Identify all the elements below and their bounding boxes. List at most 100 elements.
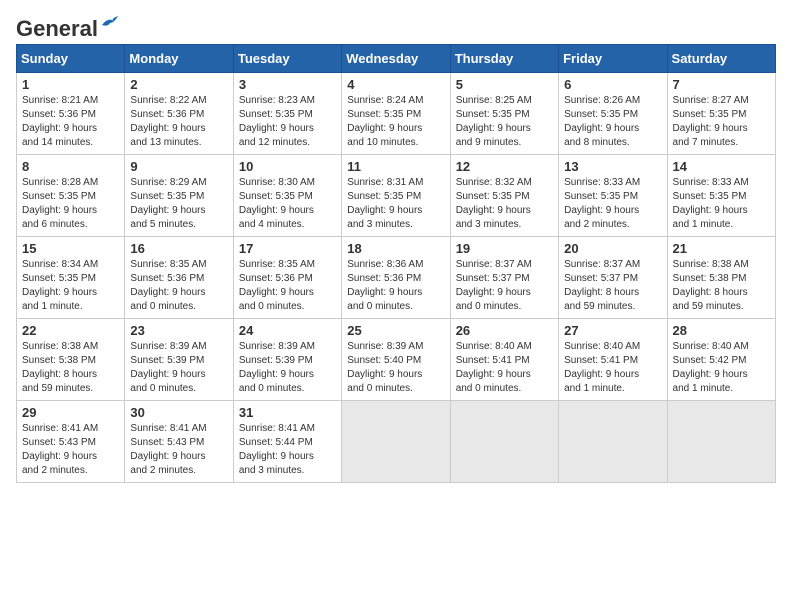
calendar-cell-30: 30 Sunrise: 8:41 AM Sunset: 5:43 PM Dayli… (125, 401, 233, 483)
calendar-cell-21: 21 Sunrise: 8:38 AM Sunset: 5:38 PM Dayli… (667, 237, 775, 319)
calendar-cell-18: 18 Sunrise: 8:36 AM Sunset: 5:36 PM Dayli… (342, 237, 450, 319)
calendar-cell-empty (559, 401, 667, 483)
day-number: 12 (456, 159, 553, 174)
weekday-header-sunday: Sunday (17, 45, 125, 73)
calendar-cell-8: 8 Sunrise: 8:28 AM Sunset: 5:35 PM Daylig… (17, 155, 125, 237)
weekday-header-saturday: Saturday (667, 45, 775, 73)
calendar-cell-12: 12 Sunrise: 8:32 AM Sunset: 5:35 PM Dayli… (450, 155, 558, 237)
day-number: 5 (456, 77, 553, 92)
calendar-week-row-4: 22Sunrise: 8:38 AM Sunset: 5:38 PM Dayli… (17, 319, 776, 401)
day-number: 15 (22, 241, 119, 256)
day-number: 4 (347, 77, 444, 92)
day-info: Sunrise: 8:39 AM Sunset: 5:39 PM Dayligh… (239, 340, 336, 396)
day-info: Sunrise: 8:39 AM Sunset: 5:39 PM Dayligh… (130, 340, 227, 396)
calendar-cell-5: 5 Sunrise: 8:25 AM Sunset: 5:35 PM Daylig… (450, 73, 558, 155)
day-info: Sunrise: 8:25 AM Sunset: 5:35 PM Dayligh… (456, 94, 553, 150)
day-info: Sunrise: 8:37 AM Sunset: 5:37 PM Dayligh… (456, 258, 553, 314)
day-number: 31 (239, 405, 336, 420)
logo-general: General (16, 16, 98, 42)
calendar-cell-25: 25 Sunrise: 8:39 AM Sunset: 5:40 PM Dayli… (342, 319, 450, 401)
day-number: 26 (456, 323, 553, 338)
day-info: Sunrise: 8:33 AM Sunset: 5:35 PM Dayligh… (564, 176, 661, 232)
calendar-cell-28: 28 Sunrise: 8:40 AM Sunset: 5:42 PM Dayli… (667, 319, 775, 401)
calendar-week-row-1: 1 Sunrise: 8:21 AM Sunset: 5:36 PM Daylig… (17, 73, 776, 155)
day-info: Sunrise: 8:40 AM Sunset: 5:42 PM Dayligh… (673, 340, 770, 396)
day-number: 25 (347, 323, 444, 338)
day-number: 6 (564, 77, 661, 92)
calendar-cell-1: 1 Sunrise: 8:21 AM Sunset: 5:36 PM Daylig… (17, 73, 125, 155)
day-number: 24 (239, 323, 336, 338)
calendar-table: SundayMondayTuesdayWednesdayThursdayFrid… (16, 44, 776, 483)
day-number: 13 (564, 159, 661, 174)
day-info: Sunrise: 8:23 AM Sunset: 5:35 PM Dayligh… (239, 94, 336, 150)
calendar-cell-29: 29 Sunrise: 8:41 AM Sunset: 5:43 PM Dayli… (17, 401, 125, 483)
day-info: Sunrise: 8:30 AM Sunset: 5:35 PM Dayligh… (239, 176, 336, 232)
day-info: Sunrise: 8:35 AM Sunset: 5:36 PM Dayligh… (130, 258, 227, 314)
weekday-header-row: SundayMondayTuesdayWednesdayThursdayFrid… (17, 45, 776, 73)
day-info: Sunrise: 8:33 AM Sunset: 5:35 PM Dayligh… (673, 176, 770, 232)
day-info: Sunrise: 8:21 AM Sunset: 5:36 PM Dayligh… (22, 94, 119, 150)
day-number: 16 (130, 241, 227, 256)
calendar-cell-19: 19Sunrise: 8:37 AM Sunset: 5:37 PM Dayli… (450, 237, 558, 319)
logo: General (16, 16, 122, 36)
calendar-cell-15: 15Sunrise: 8:34 AM Sunset: 5:35 PM Dayli… (17, 237, 125, 319)
weekday-header-thursday: Thursday (450, 45, 558, 73)
calendar-cell-6: 6 Sunrise: 8:26 AM Sunset: 5:35 PM Daylig… (559, 73, 667, 155)
day-info: Sunrise: 8:41 AM Sunset: 5:43 PM Dayligh… (22, 422, 119, 478)
weekday-header-wednesday: Wednesday (342, 45, 450, 73)
calendar-cell-22: 22Sunrise: 8:38 AM Sunset: 5:38 PM Dayli… (17, 319, 125, 401)
day-number: 22 (22, 323, 119, 338)
day-number: 14 (673, 159, 770, 174)
day-number: 30 (130, 405, 227, 420)
day-info: Sunrise: 8:31 AM Sunset: 5:35 PM Dayligh… (347, 176, 444, 232)
day-number: 18 (347, 241, 444, 256)
day-info: Sunrise: 8:36 AM Sunset: 5:36 PM Dayligh… (347, 258, 444, 314)
day-number: 29 (22, 405, 119, 420)
day-number: 11 (347, 159, 444, 174)
calendar-cell-9: 9 Sunrise: 8:29 AM Sunset: 5:35 PM Daylig… (125, 155, 233, 237)
day-number: 28 (673, 323, 770, 338)
day-info: Sunrise: 8:37 AM Sunset: 5:37 PM Dayligh… (564, 258, 661, 314)
weekday-header-friday: Friday (559, 45, 667, 73)
calendar-cell-27: 27 Sunrise: 8:40 AM Sunset: 5:41 PM Dayli… (559, 319, 667, 401)
day-info: Sunrise: 8:40 AM Sunset: 5:41 PM Dayligh… (456, 340, 553, 396)
weekday-header-monday: Monday (125, 45, 233, 73)
calendar-cell-26: 26 Sunrise: 8:40 AM Sunset: 5:41 PM Dayli… (450, 319, 558, 401)
day-info: Sunrise: 8:40 AM Sunset: 5:41 PM Dayligh… (564, 340, 661, 396)
day-info: Sunrise: 8:26 AM Sunset: 5:35 PM Dayligh… (564, 94, 661, 150)
day-number: 7 (673, 77, 770, 92)
day-info: Sunrise: 8:35 AM Sunset: 5:36 PM Dayligh… (239, 258, 336, 314)
day-info: Sunrise: 8:41 AM Sunset: 5:43 PM Dayligh… (130, 422, 227, 478)
calendar-cell-13: 13 Sunrise: 8:33 AM Sunset: 5:35 PM Dayli… (559, 155, 667, 237)
day-number: 9 (130, 159, 227, 174)
day-number: 1 (22, 77, 119, 92)
calendar-cell-23: 23 Sunrise: 8:39 AM Sunset: 5:39 PM Dayli… (125, 319, 233, 401)
calendar-cell-31: 31 Sunrise: 8:41 AM Sunset: 5:44 PM Dayli… (233, 401, 341, 483)
day-info: Sunrise: 8:27 AM Sunset: 5:35 PM Dayligh… (673, 94, 770, 150)
day-info: Sunrise: 8:29 AM Sunset: 5:35 PM Dayligh… (130, 176, 227, 232)
day-number: 20 (564, 241, 661, 256)
day-info: Sunrise: 8:38 AM Sunset: 5:38 PM Dayligh… (673, 258, 770, 314)
day-number: 27 (564, 323, 661, 338)
calendar-cell-16: 16 Sunrise: 8:35 AM Sunset: 5:36 PM Dayli… (125, 237, 233, 319)
day-number: 8 (22, 159, 119, 174)
calendar-cell-empty (667, 401, 775, 483)
day-info: Sunrise: 8:24 AM Sunset: 5:35 PM Dayligh… (347, 94, 444, 150)
day-number: 23 (130, 323, 227, 338)
calendar-cell-empty (450, 401, 558, 483)
calendar-cell-2: 2 Sunrise: 8:22 AM Sunset: 5:36 PM Daylig… (125, 73, 233, 155)
day-info: Sunrise: 8:22 AM Sunset: 5:36 PM Dayligh… (130, 94, 227, 150)
day-number: 17 (239, 241, 336, 256)
calendar-cell-17: 17 Sunrise: 8:35 AM Sunset: 5:36 PM Dayli… (233, 237, 341, 319)
day-info: Sunrise: 8:41 AM Sunset: 5:44 PM Dayligh… (239, 422, 336, 478)
calendar-week-row-2: 8 Sunrise: 8:28 AM Sunset: 5:35 PM Daylig… (17, 155, 776, 237)
day-number: 21 (673, 241, 770, 256)
calendar-cell-3: 3Sunrise: 8:23 AM Sunset: 5:35 PM Daylig… (233, 73, 341, 155)
day-number: 2 (130, 77, 227, 92)
weekday-header-tuesday: Tuesday (233, 45, 341, 73)
calendar-cell-14: 14 Sunrise: 8:33 AM Sunset: 5:35 PM Dayli… (667, 155, 775, 237)
day-info: Sunrise: 8:32 AM Sunset: 5:35 PM Dayligh… (456, 176, 553, 232)
day-info: Sunrise: 8:28 AM Sunset: 5:35 PM Dayligh… (22, 176, 119, 232)
day-info: Sunrise: 8:39 AM Sunset: 5:40 PM Dayligh… (347, 340, 444, 396)
calendar-week-row-5: 29 Sunrise: 8:41 AM Sunset: 5:43 PM Dayli… (17, 401, 776, 483)
